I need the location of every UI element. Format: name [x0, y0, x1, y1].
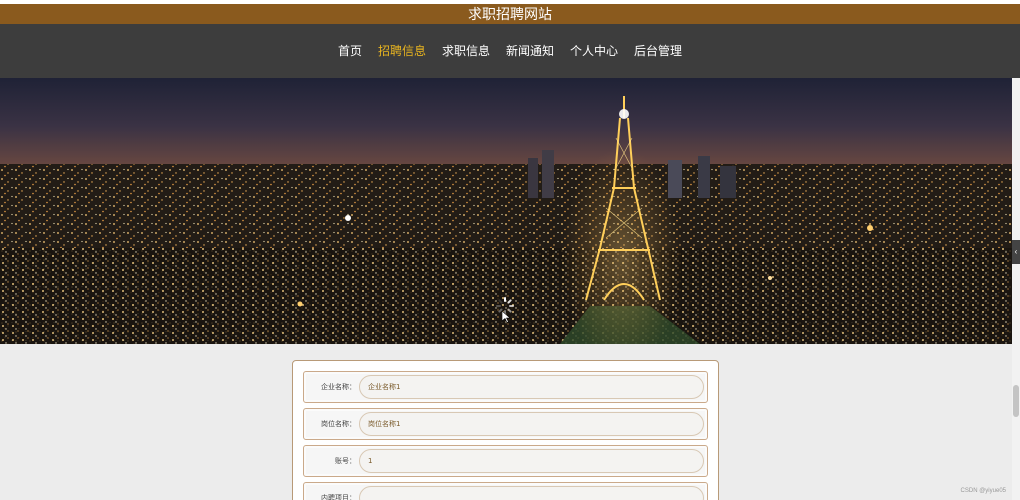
position-name-input[interactable] — [359, 412, 704, 436]
nav-item-home[interactable]: 首页 — [330, 24, 370, 78]
nav-item-admin[interactable]: 后台管理 — [626, 24, 690, 78]
nav-item-resumes[interactable]: 求职信息 — [434, 24, 498, 78]
nav-item-profile[interactable]: 个人中心 — [562, 24, 626, 78]
form-row-position: 岗位名称： — [303, 408, 708, 440]
scrollbar-thumb[interactable] — [1013, 385, 1019, 417]
main-nav: 首页 招聘信息 求职信息 新闻通知 个人中心 后台管理 — [0, 24, 1020, 78]
form-row-account: 账号： — [303, 445, 708, 477]
page-scrollbar[interactable] — [1012, 78, 1020, 500]
project-label: 内聘项目： — [321, 494, 356, 500]
nav-item-jobs[interactable]: 招聘信息 — [370, 24, 434, 78]
mouse-cursor-icon — [502, 311, 510, 323]
position-name-label: 岗位名称： — [321, 420, 356, 428]
company-name-label: 企业名称： — [321, 383, 356, 391]
account-input[interactable] — [359, 449, 704, 473]
site-title: 求职招聘网站 — [0, 4, 1020, 24]
form-row-company: 企业名称： — [303, 371, 708, 403]
chevron-left-icon[interactable]: ‹ — [1012, 240, 1020, 264]
account-label: 账号： — [335, 457, 356, 465]
project-input[interactable] — [359, 486, 704, 500]
job-detail-form: 企业名称： 岗位名称： 账号： 内聘项目： — [292, 360, 719, 500]
form-row-project: 内聘项目： — [303, 482, 708, 500]
watermark: CSDN @yiyue05 — [960, 488, 1006, 494]
company-name-input[interactable] — [359, 375, 704, 399]
nav-item-news[interactable]: 新闻通知 — [498, 24, 562, 78]
